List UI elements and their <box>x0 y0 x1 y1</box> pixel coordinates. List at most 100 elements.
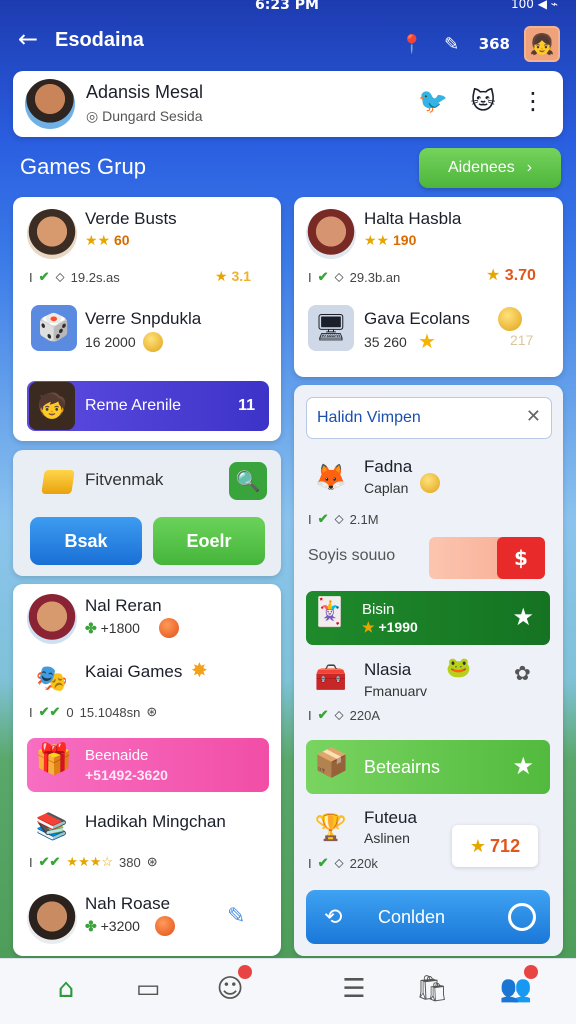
profile-subtitle: ◎ Dungard Sesida <box>86 108 203 124</box>
back-arrow-icon[interactable]: ← <box>18 27 46 54</box>
bookmark-icon[interactable]: ▭ <box>126 967 170 1011</box>
list-icon[interactable]: ☰ <box>332 967 376 1011</box>
user-avatar[interactable]: 👧 <box>524 26 560 62</box>
bsak-button[interactable]: Bsak <box>30 517 142 565</box>
user-rating: ★★ 190 <box>364 232 417 248</box>
item-meta-text: 380 <box>119 854 141 870</box>
user-name: Halta Hasbla <box>364 209 462 228</box>
pen-icon[interactable]: ✎ <box>227 904 245 929</box>
appbar-count: 368 <box>478 35 510 53</box>
home-icon[interactable]: ⌂ <box>44 967 88 1011</box>
chevron-right-icon: › <box>526 159 533 176</box>
beteairns-banner[interactable]: 📦 Beteairns ★ <box>306 740 550 794</box>
user-value: ✤ +3200 <box>85 918 140 934</box>
computer-icon[interactable]: 🖥 <box>308 305 354 351</box>
chat-bubble-icon <box>508 903 536 931</box>
user-name: Verde Busts <box>85 209 177 228</box>
user-avatar-nah[interactable] <box>27 894 77 944</box>
user-name: Nah Roase <box>85 894 171 913</box>
user-avatar-halta[interactable] <box>306 209 356 259</box>
cheese-icon <box>41 470 75 494</box>
search-card: Fitvenmak 🔍 Bsak Eoelr <box>13 450 281 576</box>
search-icon[interactable]: 🔍 <box>229 462 267 500</box>
bird-icon[interactable]: 🐦 <box>417 85 449 117</box>
item-meta-text: 15.1048sn <box>79 704 141 720</box>
user-avatar-verde[interactable] <box>27 209 77 259</box>
appbar-actions: 📍 ✎ 368 👧 <box>399 26 560 62</box>
item-name: Futeua <box>364 808 417 827</box>
status-icons: 100 ◀ ⌁ <box>511 0 558 11</box>
star-icon: ★ <box>418 329 436 353</box>
profile-actions: 🐦 🐱 ⋮ <box>417 85 549 117</box>
star-icon: ★ <box>512 753 534 780</box>
money-toggle[interactable]: $ <box>429 537 545 579</box>
search-field[interactable]: Halidn Vimpen ✕ <box>306 397 552 439</box>
more-vertical-icon[interactable]: ⋮ <box>517 85 549 117</box>
friends-icon[interactable]: 👥 <box>494 965 538 1011</box>
dollar-icon: $ <box>497 537 545 579</box>
see-all-button[interactable]: Aidenees › <box>419 148 561 188</box>
profile-nav-icon[interactable]: ☺ <box>208 965 252 1011</box>
pencil-icon[interactable]: ✎ <box>439 31 465 57</box>
fox-icon[interactable]: 🦊 <box>308 455 354 501</box>
item-name: Gava Ecolans <box>364 309 470 328</box>
conlden-button[interactable]: ⟲ Conlden <box>306 890 550 944</box>
books-icon[interactable]: 📚 <box>29 804 75 850</box>
reme-arenile-button[interactable]: 🧒 Reme Arenile 11 <box>27 381 269 431</box>
app-bar: ← Esodaina 📍 ✎ 368 👧 <box>0 20 576 62</box>
profile-card[interactable]: Adansis Mesal ◎ Dungard Sesida 🐦 🐱 ⋮ <box>13 71 563 137</box>
item-meta: I ✔✔ ★★★☆ 380 ⊛ <box>29 854 158 870</box>
gift-cube-icon: 📦 <box>314 747 349 778</box>
user-meta: I ✔ ⬦ 19.2s.as <box>29 269 120 285</box>
user-rating-value: 60 <box>114 232 130 248</box>
user-meta-text: 29.3b.an <box>349 269 401 285</box>
game-thumbnail[interactable]: 🎲 <box>31 305 77 351</box>
user-rating: ★★ 60 <box>85 232 130 248</box>
profile-avatar <box>25 79 75 129</box>
notification-badge <box>238 965 252 979</box>
puzzle-icon[interactable]: ✿ <box>514 661 531 685</box>
user-value: ✤ +1800 <box>85 620 140 636</box>
user-score-value: 3.1 <box>231 268 251 284</box>
banner-sub-text: +1990 <box>378 619 418 635</box>
eoelr-button[interactable]: Eoelr <box>153 517 265 565</box>
star-icon: ★ <box>512 604 534 631</box>
banner-title: Beenaide <box>85 747 149 764</box>
banner-sub: +51492-3620 <box>85 767 168 783</box>
user-meta-text: 19.2s.as <box>70 269 120 285</box>
status-bar: 6:23 PM 100 ◀ ⌁ <box>0 0 576 14</box>
beenaide-banner[interactable]: 🎁 Beenaide +51492-3620 <box>27 738 269 792</box>
frog-icon: 🐸 <box>446 655 471 679</box>
user-value-text: +1800 <box>100 620 140 636</box>
cat-icon[interactable]: 🐱 <box>467 85 499 117</box>
gift-box-icon: 🎁 <box>35 743 73 776</box>
trophy-icon[interactable]: 🏆 <box>308 805 354 851</box>
bisin-banner[interactable]: 🃏 Bisin ★ +1990 ★ <box>306 591 550 645</box>
star-icon: ★ <box>469 835 487 856</box>
refresh-icon: ⟲ <box>324 904 343 929</box>
shopping-bag-icon[interactable]: 🛍 <box>410 967 454 1011</box>
item-meta: I ✔ ⬦ 220k <box>308 855 378 871</box>
location-pin-icon[interactable]: 📍 <box>399 31 425 57</box>
item-sub: Fmanuarv <box>364 683 428 699</box>
user-avatar-nal[interactable] <box>27 594 77 644</box>
search-label: Fitvenmak <box>85 470 164 489</box>
score-value: 712 <box>490 835 521 856</box>
user-name: Nal Reran <box>85 596 162 615</box>
item-sub: Caplan <box>364 480 409 496</box>
profile-name: Adansis Mesal <box>86 82 204 102</box>
orange-ball-icon <box>159 618 179 638</box>
banner-sub: ★ +1990 <box>362 619 418 635</box>
button-label: Reme Arenile <box>85 397 182 414</box>
coin-icon <box>143 332 163 352</box>
item-sub: Aslinen <box>364 830 410 846</box>
item-name: Kaiai Games <box>85 662 183 681</box>
star-badge-icon: ✸ <box>191 658 208 682</box>
banner-title: Bisin <box>362 601 395 618</box>
coin-stack-icon <box>498 307 522 331</box>
toolbox-icon[interactable]: 🧰 <box>308 655 354 701</box>
orange-ball-icon <box>155 916 175 936</box>
mask-icon[interactable]: 🎭 <box>29 656 75 702</box>
close-icon[interactable]: ✕ <box>526 406 541 427</box>
item-value: 35 260 <box>364 334 407 350</box>
